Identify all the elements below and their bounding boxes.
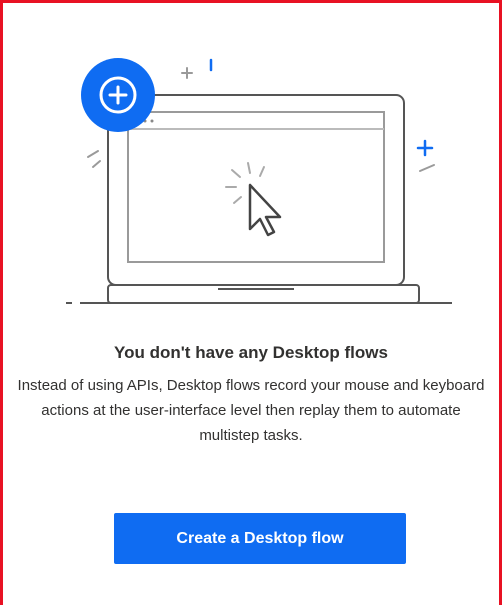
browser-window (127, 111, 385, 263)
laptop-base (107, 284, 420, 304)
add-badge-icon (81, 58, 155, 132)
empty-state-card: You don't have any Desktop flows Instead… (3, 3, 499, 605)
empty-state-title: You don't have any Desktop flows (114, 343, 388, 362)
laptop-illustration (66, 58, 452, 304)
empty-state-description: Instead of using APIs, Desktop flows rec… (17, 377, 485, 444)
create-desktop-flow-button[interactable]: Create a Desktop flow (114, 513, 406, 564)
sparkle-plus-icon (416, 139, 434, 157)
